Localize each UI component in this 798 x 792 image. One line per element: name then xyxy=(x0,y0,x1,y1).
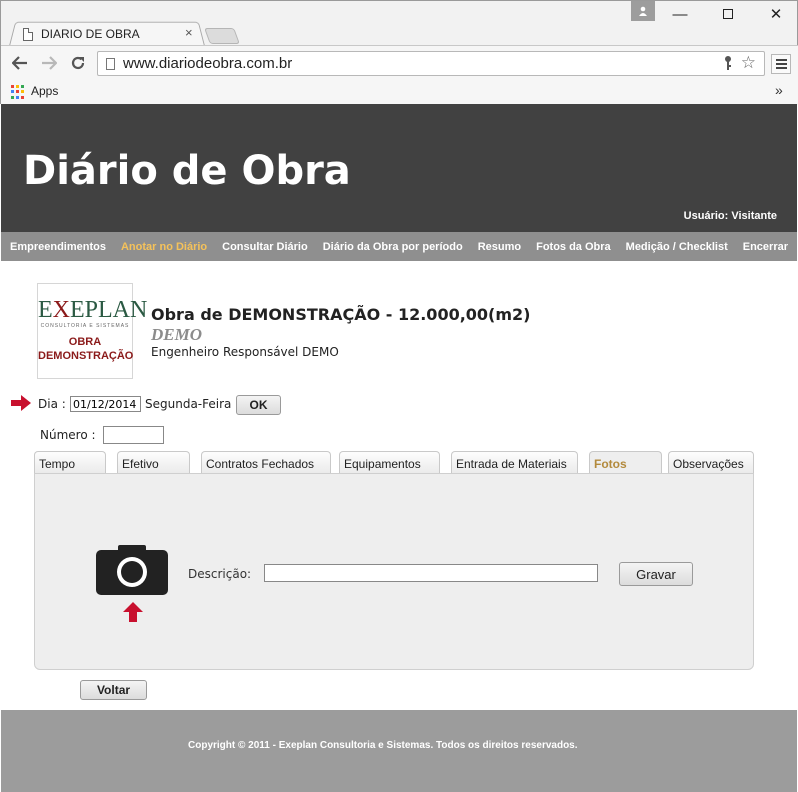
menu-item-anotar-no-diario[interactable]: Anotar no Diário xyxy=(121,241,207,253)
menu-item-consultar-diario[interactable]: Consultar Diário xyxy=(222,241,308,253)
tab-fotos[interactable]: Fotos xyxy=(589,451,662,475)
logo-obra-text: OBRA DEMONSTRAÇÃO xyxy=(38,336,134,362)
apps-bookmark[interactable]: Apps xyxy=(31,84,58,98)
profile-icon[interactable] xyxy=(631,1,655,21)
menu-item-empreendimentos[interactable]: Empreendimentos xyxy=(10,241,106,253)
numero-label: Número : xyxy=(40,428,96,442)
browser-chrome: DIARIO DE OBRA × — ✕ www.diariodeobra.co… xyxy=(0,0,798,105)
menu-item-fotos-da-obra[interactable]: Fotos da Obra xyxy=(536,241,611,253)
red-arrow-up-icon xyxy=(123,602,143,622)
gravar-button[interactable]: Gravar xyxy=(619,562,693,586)
obra-tag: DEMO xyxy=(151,325,203,344)
red-arrow-right-icon xyxy=(11,395,31,411)
maximize-icon xyxy=(723,9,733,19)
window-minimize-button[interactable]: — xyxy=(665,4,695,24)
page-icon xyxy=(106,57,115,70)
ok-button[interactable]: OK xyxy=(236,395,281,415)
menu-item-medicao-checklist[interactable]: Medição / Checklist xyxy=(626,241,728,253)
address-bar[interactable]: www.diariodeobra.com.br ☆ xyxy=(97,51,765,76)
new-tab-button[interactable] xyxy=(204,28,240,44)
dia-label: Dia : xyxy=(38,397,66,411)
reload-icon[interactable] xyxy=(67,53,89,73)
browser-tab-title: DIARIO DE OBRA xyxy=(41,27,140,41)
page-icon xyxy=(23,27,33,41)
back-arrow-icon[interactable] xyxy=(9,53,31,73)
tab-observacoes[interactable]: Observações xyxy=(668,451,754,474)
tab-close-icon[interactable]: × xyxy=(185,25,193,40)
camera-icon[interactable] xyxy=(96,545,168,595)
obra-title: Obra de DEMONSTRAÇÃO - 12.000,00(m2) xyxy=(151,305,531,324)
key-icon[interactable] xyxy=(724,55,732,74)
site-title: Diário de Obra xyxy=(23,148,351,194)
obra-logo: EXEPLAN CONSULTORIA E SISTEMAS OBRA DEMO… xyxy=(37,283,148,379)
window-maximize-button[interactable] xyxy=(713,4,743,24)
descricao-label: Descrição: xyxy=(188,567,252,581)
logo-brand: EXEPLAN xyxy=(38,297,148,323)
menu-item-encerrar[interactable]: Encerrar xyxy=(743,241,788,253)
apps-grid-icon[interactable] xyxy=(11,85,25,99)
user-label: Usuário: Visitante xyxy=(683,210,777,222)
tab-efetivo[interactable]: Efetivo xyxy=(117,451,190,474)
tab-contratos-fechados[interactable]: Contratos Fechados xyxy=(201,451,331,474)
tab-entrada-de-materiais[interactable]: Entrada de Materiais xyxy=(451,451,578,474)
browser-tab-content[interactable]: DIARIO DE OBRA xyxy=(23,25,140,43)
address-bar-url[interactable]: www.diariodeobra.com.br xyxy=(123,55,292,72)
bookmark-star-icon[interactable]: ☆ xyxy=(741,53,756,73)
descricao-input[interactable] xyxy=(264,564,598,582)
bookmarks-overflow-icon[interactable]: » xyxy=(775,82,783,98)
menu-item-resumo[interactable]: Resumo xyxy=(478,241,521,253)
site-footer: Copyright © 2011 - Exeplan Consultoria e… xyxy=(1,710,797,792)
menu-item-diario-por-periodo[interactable]: Diário da Obra por período xyxy=(323,241,463,253)
tab-equipamentos[interactable]: Equipamentos xyxy=(339,451,440,474)
logo-subtitle: CONSULTORIA E SISTEMAS xyxy=(40,323,130,329)
browser-toolbar: www.diariodeobra.com.br ☆ xyxy=(1,45,798,80)
copyright-text: Copyright © 2011 - Exeplan Consultoria e… xyxy=(188,740,578,751)
tab-tempo[interactable]: Tempo xyxy=(34,451,106,474)
bookmarks-bar: Apps » xyxy=(1,80,798,105)
dia-input[interactable] xyxy=(70,396,141,412)
tab-strip: DIARIO DE OBRA × — ✕ xyxy=(1,1,798,46)
obra-engineer: Engenheiro Responsável DEMO xyxy=(151,345,339,359)
main-menu: Empreendimentos Anotar no Diário Consult… xyxy=(1,232,797,261)
voltar-button[interactable]: Voltar xyxy=(80,680,147,700)
weekday-label: Segunda-Feira xyxy=(145,397,232,411)
window-close-button[interactable]: ✕ xyxy=(761,4,791,24)
site-header: Diário de Obra Usuário: Visitante xyxy=(1,104,797,232)
forward-arrow-icon[interactable] xyxy=(38,53,60,73)
numero-input[interactable] xyxy=(103,426,164,444)
browser-menu-icon[interactable] xyxy=(771,54,791,74)
